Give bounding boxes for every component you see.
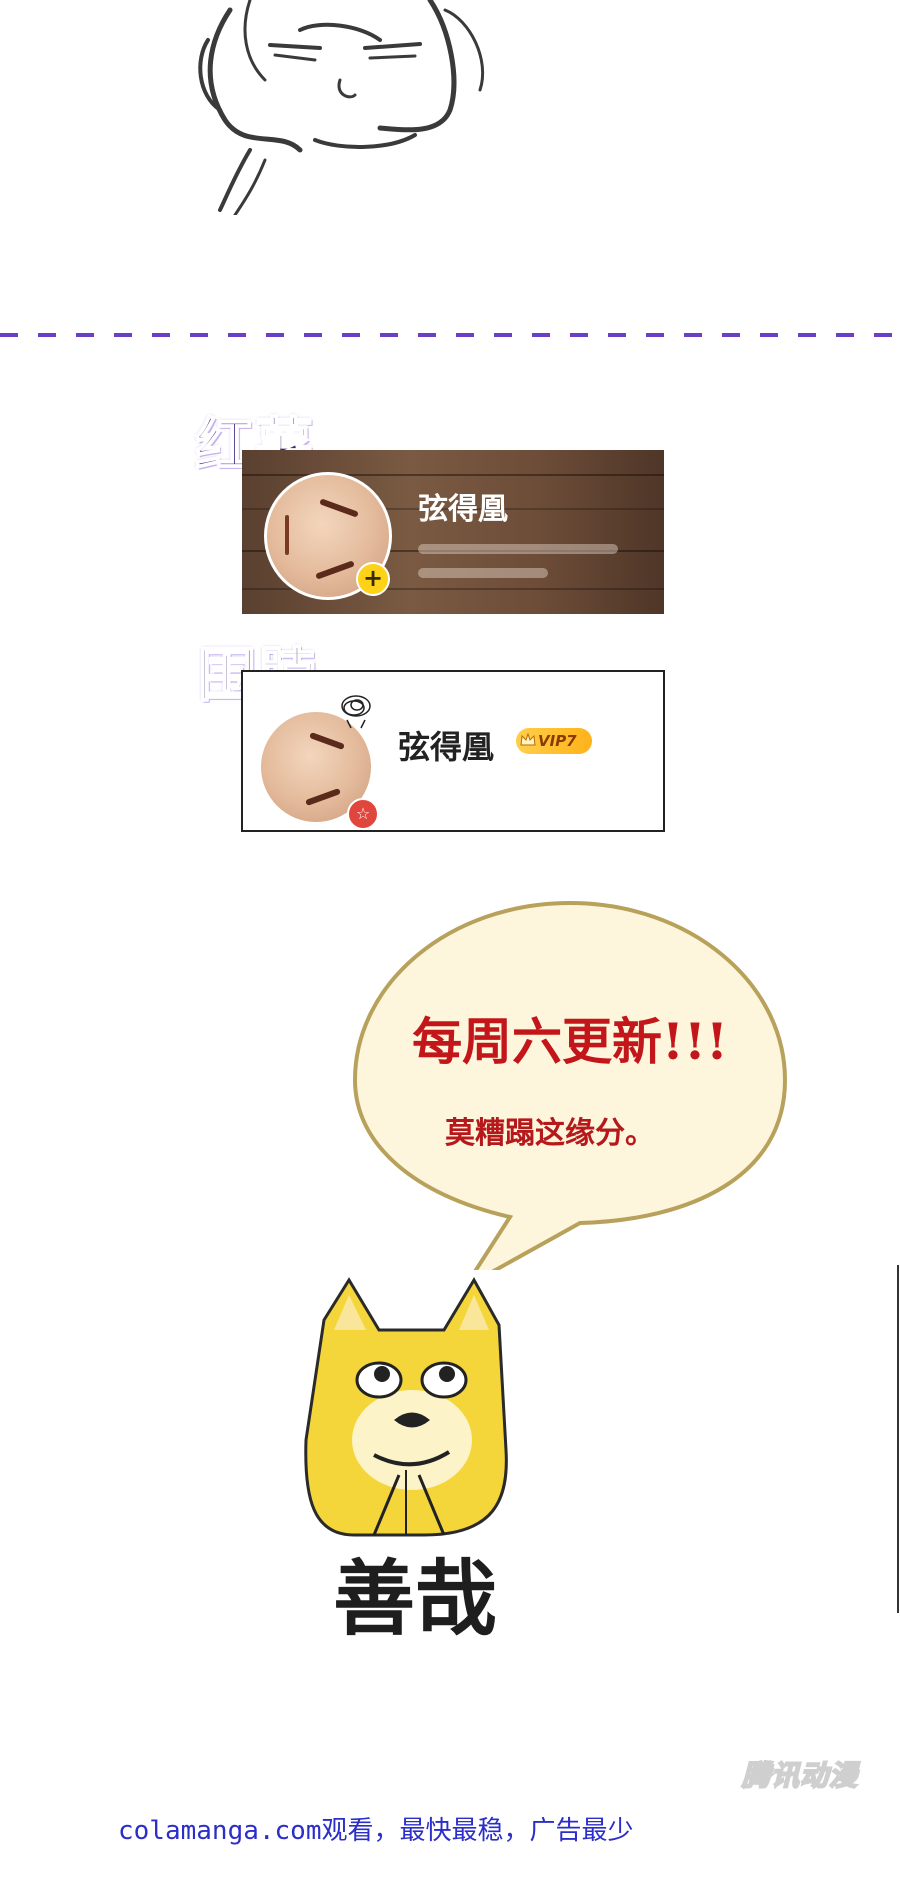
meme-caption: 善哉 <box>332 1552 497 1647</box>
hongshu-profile-card: + <box>242 450 664 614</box>
footer-link[interactable]: colamanga.com观看，最快最稳，广告最少 <box>118 1810 634 1847</box>
plus-icon[interactable]: + <box>356 562 390 596</box>
speech-bubble <box>352 900 788 1289</box>
star-icon: ☆ <box>347 798 379 830</box>
update-schedule-title: 每周六更新!!! <box>412 1012 728 1071</box>
watermark: 腾讯动漫 <box>741 1758 859 1793</box>
doge-praying-icon <box>294 1270 526 1538</box>
scribble-icon <box>341 695 371 729</box>
vip-label: VIP7 <box>538 732 577 750</box>
update-schedule-subtitle: 莫糟蹋这缘分。 <box>445 1116 655 1151</box>
crown-icon <box>520 732 536 746</box>
profile-name: 弦得凰 <box>398 728 495 766</box>
panel-edge <box>897 1265 899 1613</box>
profile-name: 弦得凰 <box>418 492 508 527</box>
sketch-illustration <box>198 0 485 215</box>
vip-badge: VIP7 <box>516 728 592 754</box>
dashed-divider <box>0 333 900 337</box>
